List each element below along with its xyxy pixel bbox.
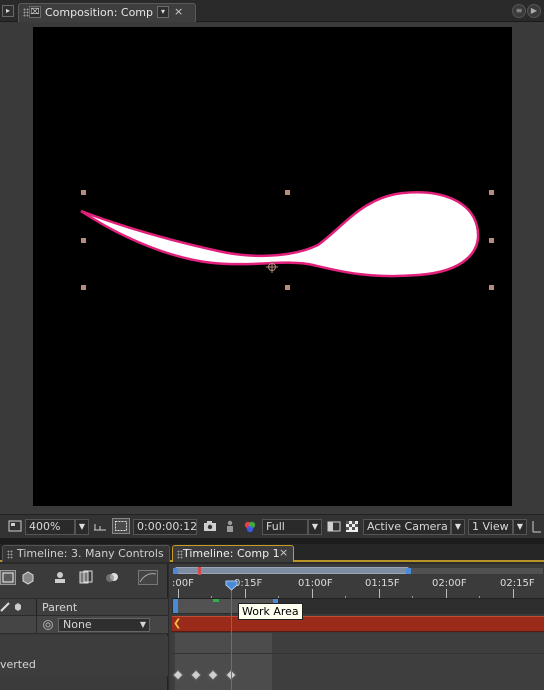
- inverted-label: verted: [0, 658, 36, 671]
- navigator-cti-marker: [198, 567, 201, 575]
- ruler-label: 01:15F: [365, 578, 400, 589]
- tab-timeline-many-controls[interactable]: Timeline: 3. Many Controls: [2, 545, 170, 562]
- panel-options-icon[interactable]: ≡: [512, 4, 526, 18]
- cube-column-icon[interactable]: [13, 602, 23, 612]
- hide-shy-layers-icon[interactable]: [52, 570, 68, 585]
- close-icon[interactable]: ×: [174, 6, 183, 18]
- time-navigator-bar[interactable]: [173, 567, 411, 575]
- property-row: [0, 636, 168, 656]
- composition-panel-header: ▸ ⌧ Composition: Comp 1 ▾ × ≡ ▶: [0, 0, 544, 22]
- shape-layer-graphic: [80, 190, 494, 290]
- property-row: verted: [0, 656, 168, 676]
- current-time-indicator-line[interactable]: [231, 586, 232, 690]
- layer-row[interactable]: None ▼: [0, 616, 168, 634]
- tooltip: Work Area: [238, 603, 303, 620]
- current-time-field[interactable]: 0:00:00:12: [133, 519, 197, 535]
- tab-composition[interactable]: ⌧ Composition: Comp 1 ▾ ×: [18, 3, 196, 22]
- chevron-down-icon: ▼: [139, 620, 146, 629]
- ruler-label: 02:00F: [432, 578, 467, 589]
- transparency-grid-icon[interactable]: [345, 520, 359, 533]
- panel-menu-icon[interactable]: ▸: [2, 5, 14, 17]
- view-layout-field[interactable]: 1 View: [468, 519, 513, 535]
- zoom-field[interactable]: 400%: [25, 519, 75, 535]
- ruler-label: :00F: [172, 578, 194, 589]
- composition-canvas[interactable]: [33, 27, 512, 506]
- ruler-label: 02:15F: [500, 578, 535, 589]
- column-divider: [36, 599, 37, 617]
- work-area-start-handle[interactable]: [173, 599, 178, 613]
- parent-select-value: None: [63, 618, 92, 631]
- comp-mini-flowchart-icon[interactable]: [0, 570, 16, 585]
- camera-dropdown-icon[interactable]: ▼: [451, 519, 465, 535]
- work-area-shade: [175, 633, 272, 690]
- comp-dropdown-icon[interactable]: ▾: [157, 6, 169, 18]
- fast-previews-icon[interactable]: [327, 520, 341, 533]
- current-time-indicator-head[interactable]: [225, 580, 238, 591]
- resolution-field[interactable]: Full: [262, 519, 308, 535]
- composition-tab-label: Composition: Comp 1: [45, 6, 164, 19]
- always-preview-icon[interactable]: [8, 520, 22, 533]
- panel-expand-icon[interactable]: ▶: [527, 4, 541, 18]
- draft-3d-icon[interactable]: [20, 570, 36, 585]
- tab-label: Timeline: Comp 1: [183, 547, 280, 560]
- motion-blur-icon[interactable]: [104, 570, 120, 585]
- parent-column-header: Parent: [42, 601, 78, 614]
- layer-duration-bar[interactable]: ❮: [172, 616, 544, 632]
- viewer-toolbar: 400% ▼ 0:00:00:12 Full ▼ Active Camera ▼…: [0, 514, 544, 538]
- tab-timeline-comp-1[interactable]: Timeline: Comp 1 ×: [172, 545, 294, 562]
- frame-blending-icon[interactable]: [78, 570, 94, 585]
- parent-select[interactable]: None ▼: [58, 618, 150, 632]
- tab-label: Timeline: 3. Many Controls: [17, 547, 164, 560]
- grip-icon: [7, 550, 13, 559]
- timeline-layer-outline: Parent None ▼ verted: [0, 564, 168, 690]
- grid-guides-icon[interactable]: [93, 520, 107, 533]
- navigator-end-handle[interactable]: [406, 568, 411, 574]
- in-point-marker-icon[interactable]: ❮: [173, 618, 181, 630]
- graph-editor-icon[interactable]: [138, 570, 158, 585]
- pick-whip-icon[interactable]: [42, 619, 54, 631]
- cache-indicator: [213, 599, 219, 602]
- lock-icon[interactable]: ⌧: [29, 6, 41, 18]
- timeline-tab-bar: Timeline: 3. Many Controls Timeline: Com…: [0, 544, 544, 562]
- teardrop-shape[interactable]: [80, 191, 480, 278]
- pixel-aspect-icon[interactable]: [531, 520, 543, 533]
- column-header-row: Parent: [0, 598, 168, 617]
- column-divider: [36, 616, 37, 634]
- zoom-dropdown-icon[interactable]: ▼: [75, 519, 89, 535]
- show-snapshot-icon[interactable]: [223, 520, 237, 533]
- channel-rgb-icon[interactable]: [243, 520, 257, 533]
- resolution-dropdown-icon[interactable]: ▼: [308, 519, 322, 535]
- snapshot-camera-icon[interactable]: [203, 520, 217, 533]
- navigator-start-handle[interactable]: [173, 568, 178, 574]
- track-divider: [172, 653, 544, 654]
- ruler-label: 0:15F: [234, 578, 263, 589]
- label-column-icon[interactable]: [0, 602, 10, 612]
- close-icon[interactable]: ×: [279, 547, 288, 559]
- view-layout-dropdown-icon[interactable]: ▼: [513, 519, 527, 535]
- region-of-interest-icon[interactable]: [112, 518, 130, 534]
- camera-view-field[interactable]: Active Camera: [363, 519, 451, 535]
- ruler-label: 01:00F: [298, 578, 333, 589]
